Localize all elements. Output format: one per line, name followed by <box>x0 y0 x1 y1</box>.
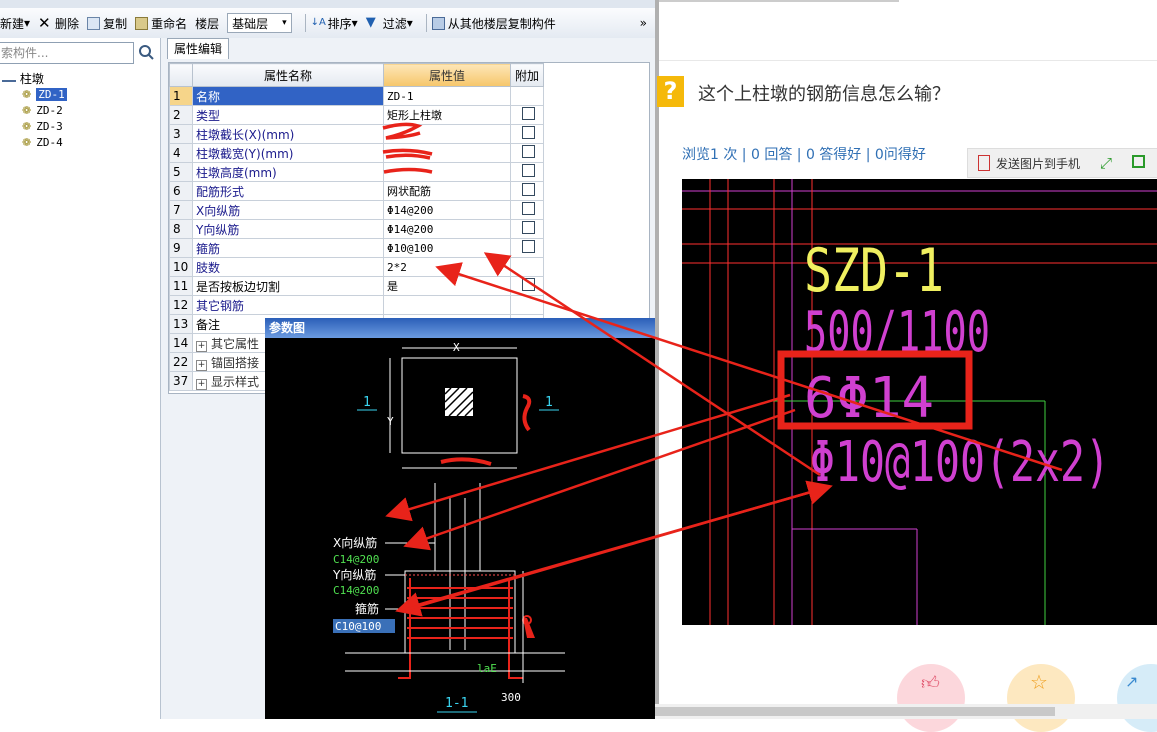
arrow-stirrup-cell <box>483 252 821 477</box>
value-redactions <box>382 122 433 174</box>
arrow-y-rebar <box>403 408 796 551</box>
annotation-arrows <box>382 122 1063 617</box>
arrow-limb-count <box>435 262 1063 472</box>
arrow-x-rebar <box>385 393 791 522</box>
arrow-to-cad <box>404 480 833 612</box>
